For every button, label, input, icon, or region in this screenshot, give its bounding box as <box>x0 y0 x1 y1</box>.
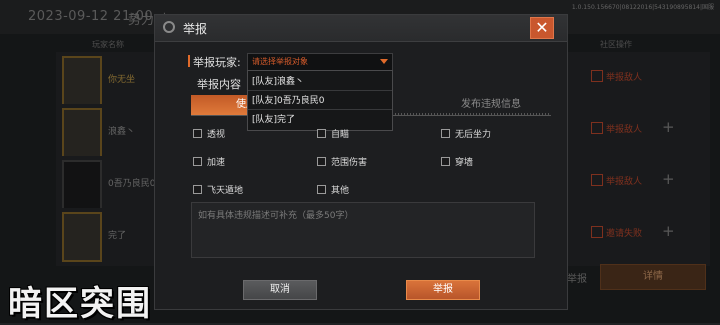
option-label: [队友]0吾乃良民0 <box>252 96 325 106</box>
option-label: [队友]浪鑫丶 <box>252 77 305 87</box>
checkbox-label: 透视 <box>207 130 226 140</box>
report-player-label: 举报玩家: <box>193 56 241 69</box>
dialog-title: 举报 <box>183 22 208 36</box>
description-textarea[interactable]: 如有具体违规描述可补充（最多50字） <box>191 202 535 258</box>
submit-report-button[interactable]: 举报 <box>406 280 480 300</box>
close-icon: ✕ <box>535 18 549 37</box>
game-logo: 暗区突围 <box>8 284 152 324</box>
checkbox-label: 穿墙 <box>455 158 474 168</box>
accent-bar <box>188 55 190 67</box>
report-dialog: 举报 ✕ 举报玩家: 请选择举报对象 举报内容（ 使用作 扰乱行为 发布违规信息… <box>154 14 568 310</box>
checkbox-label: 其他 <box>331 186 350 196</box>
dialog-header: 举报 ✕ <box>155 15 567 42</box>
checkbox-fly-hack[interactable] <box>193 185 202 194</box>
tab-violation-info[interactable]: 发布违规信息 <box>431 95 551 115</box>
option-label: [队友]完了 <box>252 115 296 125</box>
checkbox-wall-penetration[interactable] <box>441 157 450 166</box>
checkbox-label: 范围伤害 <box>331 158 368 168</box>
chevron-down-icon <box>380 59 388 64</box>
checkbox-other[interactable] <box>317 185 326 194</box>
select-placeholder: 请选择举报对象 <box>252 57 308 66</box>
cancel-button[interactable]: 取消 <box>243 280 317 300</box>
close-button[interactable]: ✕ <box>530 17 554 39</box>
textarea-placeholder: 如有具体违规描述可补充（最多50字） <box>198 211 354 221</box>
report-content-label: 举报内容（ <box>197 78 252 91</box>
report-target-dropdown: [队友]浪鑫丶 [队友]0吾乃良民0 [队友]完了 <box>247 70 393 131</box>
checkbox-no-recoil[interactable] <box>441 129 450 138</box>
dropdown-option[interactable]: [队友]浪鑫丶 <box>248 71 392 91</box>
dropdown-option[interactable]: [队友]0吾乃良民0 <box>248 90 392 110</box>
checkbox-area-damage[interactable] <box>317 157 326 166</box>
report-title-icon <box>163 21 175 33</box>
dropdown-option[interactable]: [队友]完了 <box>248 109 392 128</box>
checkbox-speedhack[interactable] <box>193 157 202 166</box>
checkbox-label: 自瞄 <box>331 130 350 140</box>
checkbox-label: 飞天遁地 <box>207 186 244 196</box>
report-target-select[interactable]: 请选择举报对象 <box>247 53 393 71</box>
checkbox-wallhack[interactable] <box>193 129 202 138</box>
checkbox-label: 无后坐力 <box>455 130 492 140</box>
checkbox-label: 加速 <box>207 158 226 168</box>
checkbox-aimbot[interactable] <box>317 129 326 138</box>
